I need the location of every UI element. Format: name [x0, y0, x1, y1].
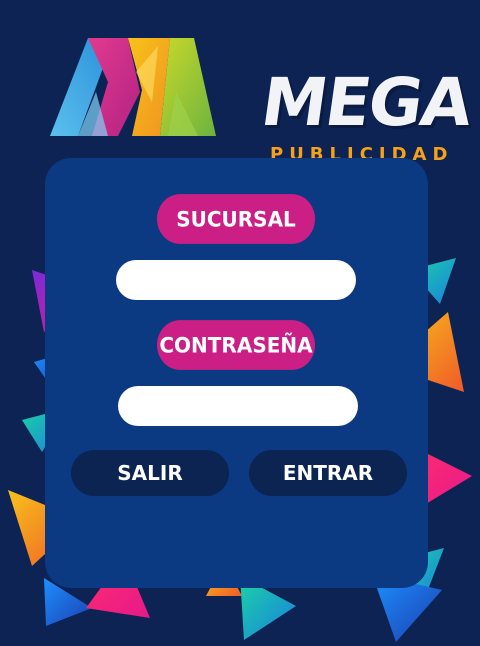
logo: MEGA PUBLICIDAD [48, 32, 475, 165]
enter-button[interactable]: ENTRAR [249, 450, 407, 496]
exit-button[interactable]: SALIR [71, 450, 229, 496]
branch-input[interactable] [116, 260, 356, 300]
password-input[interactable] [118, 386, 358, 426]
branch-label: SUCURSAL [157, 194, 315, 244]
password-label: CONTRASEÑA [157, 320, 315, 370]
brand-name: MEGA [256, 64, 476, 141]
